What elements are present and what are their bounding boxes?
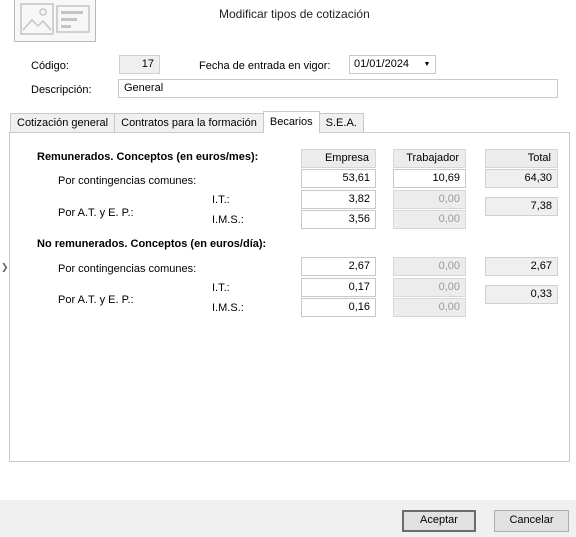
norem-ims-trabajador: 0,00 (393, 298, 466, 317)
col-header-empresa: Empresa (301, 149, 376, 168)
tab-cotizacion-general[interactable]: Cotización general (10, 113, 116, 133)
rem-it-trabajador: 0,00 (393, 190, 466, 209)
fecha-value[interactable]: 01/01/2024 (354, 56, 419, 73)
rem-contingencias-total: 64,30 (485, 169, 558, 188)
norem-contingencias-trabajador: 0,00 (393, 257, 466, 276)
rem-contingencias-empresa[interactable]: 53,61 (301, 169, 376, 188)
norem-it-label: I.T.: (212, 282, 230, 294)
rem-ims-label: I.M.S.: (212, 214, 244, 226)
norem-contingencias-empresa[interactable]: 2,67 (301, 257, 376, 276)
remunerados-section-title: Remunerados. Conceptos (en euros/mes): (37, 151, 259, 163)
norem-it-trabajador: 0,00 (393, 278, 466, 297)
norem-contingencias-total: 2,67 (485, 257, 558, 276)
col-header-trabajador: Trabajador (393, 149, 466, 168)
accept-button[interactable]: Aceptar (402, 510, 476, 532)
rem-it-empresa[interactable]: 3,82 (301, 190, 376, 209)
rem-contingencias-trabajador[interactable]: 10,69 (393, 169, 466, 188)
tab-sea[interactable]: S.E.A. (318, 113, 364, 133)
window-title: Modificar tipos de cotización (219, 7, 370, 21)
norem-it-empresa[interactable]: 0,17 (301, 278, 376, 297)
chevron-down-icon[interactable]: ▼ (419, 56, 435, 73)
fecha-label: Fecha de entrada en vigor: (199, 60, 331, 72)
col-header-total: Total (485, 149, 558, 168)
codigo-label: Código: (31, 60, 69, 72)
norem-atep-label: Por A.T. y E. P.: (58, 294, 134, 306)
descripcion-label: Descripción: (31, 84, 92, 96)
chevron-right-icon: ❯ (1, 262, 9, 272)
tab-becarios[interactable]: Becarios (262, 111, 320, 133)
norem-contingencias-label: Por contingencias comunes: (58, 263, 197, 275)
descripcion-input[interactable]: General (118, 79, 558, 98)
rem-atep-total: 7,38 (485, 197, 558, 216)
no-remunerados-section-title: No remunerados. Conceptos (en euros/día)… (37, 238, 267, 250)
rem-atep-label: Por A.T. y E. P.: (58, 207, 134, 219)
rem-ims-trabajador: 0,00 (393, 210, 466, 229)
norem-ims-label: I.M.S.: (212, 302, 244, 314)
cancel-button[interactable]: Cancelar (494, 510, 569, 532)
norem-atep-total: 0,33 (485, 285, 558, 304)
rem-ims-empresa[interactable]: 3,56 (301, 210, 376, 229)
dialog-footer (0, 500, 576, 537)
rem-contingencias-label: Por contingencias comunes: (58, 175, 197, 187)
rem-it-label: I.T.: (212, 194, 230, 206)
header-image-icon (14, 0, 96, 42)
norem-ims-empresa[interactable]: 0,16 (301, 298, 376, 317)
tab-bar: Cotización general Contratos para la for… (10, 111, 364, 133)
tab-contratos-formacion[interactable]: Contratos para la formación (114, 113, 264, 133)
codigo-field: 17 (119, 55, 160, 74)
fecha-date-picker[interactable]: 01/01/2024 ▼ (349, 55, 436, 74)
